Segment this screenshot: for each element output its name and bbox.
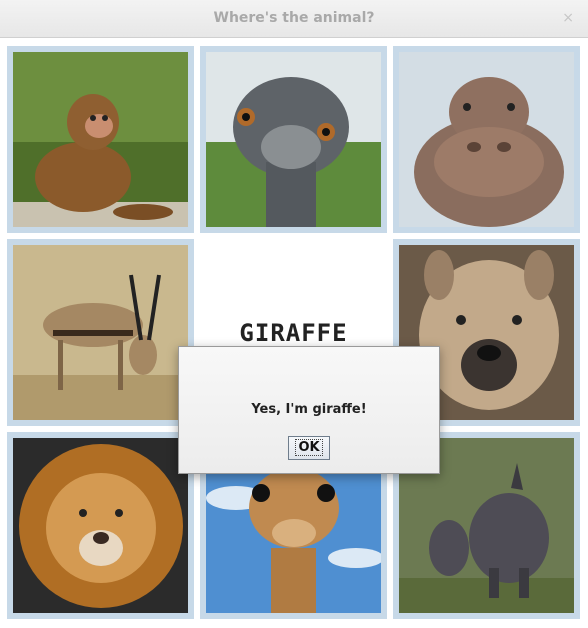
monkey-icon: [13, 52, 188, 227]
animal-grid: GIRAFFE: [7, 46, 583, 622]
tile-monkey[interactable]: [7, 46, 194, 233]
lion-icon: [13, 438, 188, 613]
hippo-icon: [399, 52, 574, 227]
window-title: Where's the animal?: [213, 10, 375, 26]
ok-button[interactable]: OK: [288, 436, 330, 460]
dialog-message: Yes, I'm giraffe!: [251, 402, 367, 417]
game-window: Where's the animal? × GIRAFFE Yes, I'm g…: [0, 0, 588, 628]
ok-button-label: OK: [295, 439, 323, 456]
emu-icon: [206, 52, 381, 227]
gazelle-icon: [13, 245, 188, 420]
message-dialog: Yes, I'm giraffe! OK: [178, 346, 440, 474]
tile-emu[interactable]: [200, 46, 387, 233]
tile-gazelle[interactable]: [7, 239, 194, 426]
tile-hippo[interactable]: [393, 46, 580, 233]
tile-lion[interactable]: [7, 432, 194, 619]
target-animal-label: GIRAFFE: [239, 319, 348, 347]
title-bar: Where's the animal? ×: [0, 0, 588, 38]
close-icon[interactable]: ×: [562, 10, 574, 26]
